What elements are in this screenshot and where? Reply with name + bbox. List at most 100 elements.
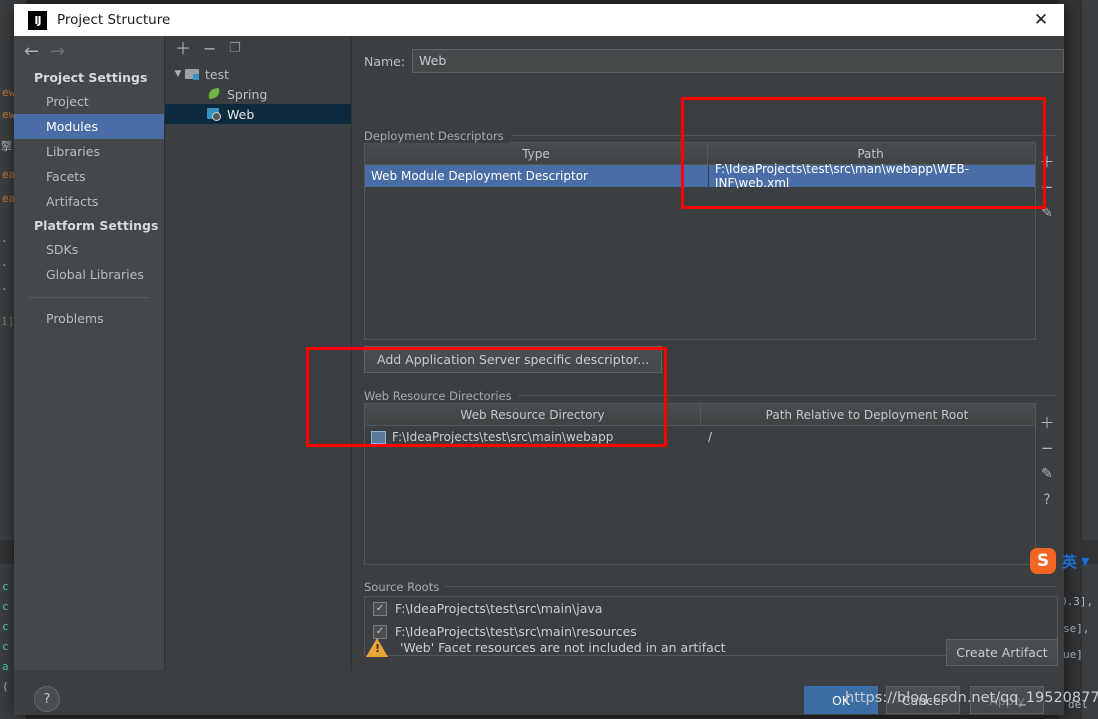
settings-sidebar: ← → Project Settings Project Modules Librar… [14,36,165,670]
code-fragment: 1] [1,315,15,328]
code-fragment: ( [2,680,9,693]
source-root-row[interactable]: ✓ F:\IdeaProjects\test\src\main\java [365,597,1057,620]
intellij-logo-text: IJ [34,13,41,27]
module-tree: ▼ test Spring Web [165,64,351,124]
intellij-logo-icon: IJ [28,10,47,30]
code-fragment: se], [1063,622,1090,635]
edit-icon[interactable]: ✎ [1036,200,1058,226]
source-root-label: F:\IdeaProjects\test\src\main\java [395,601,603,616]
checkbox[interactable]: ✓ [373,601,387,616]
remove-icon[interactable]: − [203,40,216,58]
sidebar-item-facets[interactable]: Facets [14,164,164,189]
sogou-ime-indicator[interactable]: S 英 ▼ [1030,548,1089,574]
sidebar-item-modules[interactable]: Modules [14,114,164,139]
code-fragment: 擎 [1,140,12,153]
source-root-label: F:\IdeaProjects\test\src\main\resources [395,624,637,639]
spring-leaf-icon [207,87,222,101]
web-resources-table-tools: ＋ − ✎? [1036,409,1058,513]
add-icon[interactable]: ＋ [175,40,191,58]
artifact-warning: 'Web' Facet resources are not included i… [366,638,726,657]
remove-icon[interactable]: − [1036,435,1058,461]
expand-twisty-icon[interactable]: ▼ [171,69,185,79]
checkbox[interactable]: ✓ [373,624,387,639]
cell-path-relative: / [708,430,713,444]
sogou-logo-icon: S [1030,548,1056,574]
folder-icon [371,430,386,444]
column-header-type[interactable]: Type [365,143,708,164]
back-arrow-icon[interactable]: ← [24,43,39,61]
table-row[interactable]: F:\IdeaProjects\test\src\main\webapp / [365,426,1035,448]
ide-right-toolwindow-bar [1082,0,1098,719]
module-tree-panel: ＋ − ❐ ▼ test Spring Web [165,36,352,670]
code-fragment: ue] [1063,648,1083,661]
tree-node-label: Spring [227,86,268,102]
web-resource-directories-title: Web Resource Directories [364,389,518,403]
edit-icon[interactable]: ✎ [1036,461,1058,487]
tree-node-label: test [205,66,230,82]
sidebar-item-libraries[interactable]: Libraries [14,139,164,164]
facet-settings-panel: Name: Web Deployment Descriptors Type Pa… [352,36,1064,670]
create-artifact-button[interactable]: Create Artifact [946,639,1058,666]
table-row[interactable]: Web Module Deployment Descriptor F:\Idea… [365,162,1035,190]
web-resources-group-divider [489,395,1056,396]
sidebar-navigation: ← → [14,36,164,66]
deployment-group-divider [512,135,1056,136]
code-fragment: c [2,620,9,633]
dialog-body: ← → Project Settings Project Modules Librar… [14,36,1064,682]
code-fragment: a [2,660,9,673]
close-icon[interactable]: ✕ [1018,4,1064,36]
sidebar-divider [28,297,150,298]
tree-node-test[interactable]: ▼ test [165,64,351,84]
copy-icon[interactable]: ❐ [229,40,241,58]
module-folder-icon [185,67,200,81]
tree-node-label: Web [227,106,255,122]
facet-name-row: Name: Web [364,48,1064,74]
facet-name-input[interactable]: Web [412,49,1064,73]
artifact-warning-text: 'Web' Facet resources are not included i… [400,640,726,655]
deployment-descriptors-title: Deployment Descriptors [364,129,510,143]
web-facet-icon [207,107,222,121]
column-header-path[interactable]: Path [708,143,1033,164]
warning-triangle-icon [366,638,388,657]
add-icon[interactable]: ＋ [1036,409,1058,435]
deployment-table-tools: ＋ − ✎ [1036,148,1058,226]
sidebar-item-artifacts[interactable]: Artifacts [14,189,164,214]
web-resources-table-header: Web Resource Directory Path Relative to … [365,404,1035,426]
facet-name-label: Name: [364,53,406,69]
module-tree-toolbar: ＋ − ❐ [165,36,351,64]
code-fragment: c [2,600,9,613]
cell-path: F:\IdeaProjects\test\src\man\webapp\WEB-… [715,162,970,190]
dialog-titlebar: IJ Project Structure ✕ [14,4,1064,36]
code-fragment: c [2,640,9,653]
sidebar-group-project-settings: Project Settings [34,70,148,85]
cell-web-resource-directory: F:\IdeaProjects\test\src\main\webapp [365,426,701,448]
sidebar-item-sdks[interactable]: SDKs [14,237,164,262]
source-roots-group-divider [434,586,1056,587]
dialog-title: Project Structure [57,12,171,28]
code-fragment: c [2,580,9,593]
deployment-descriptors-table[interactable]: Type Path Web Module Deployment Descript… [364,142,1036,340]
column-header-path-relative[interactable]: Path Relative to Deployment Root [701,404,1033,425]
sidebar-item-problems[interactable]: Problems [14,306,164,331]
forward-arrow-icon[interactable]: → [50,43,65,61]
watermark: https://blog.csdn.net/qq_19520877 [845,690,1098,706]
help-icon[interactable]: ? [1036,487,1058,513]
cell-web-resource-directory-text: F:\IdeaProjects\test\src\main\webapp [392,430,614,444]
tree-node-spring[interactable]: Spring [165,84,351,104]
add-icon[interactable]: ＋ [1036,148,1058,174]
sidebar-item-global-libraries[interactable]: Global Libraries [14,262,164,287]
add-app-server-descriptor-button[interactable]: Add Application Server specific descript… [364,346,663,373]
sidebar-item-list: Project Settings Project Modules Libraries F… [14,66,164,331]
ime-mode-label[interactable]: 英 [1062,551,1077,572]
cell-type: Web Module Deployment Descriptor [371,169,588,183]
help-icon[interactable]: ? [34,686,60,712]
code-fragment: 0.3], [1060,595,1094,608]
source-roots-title: Source Roots [364,580,446,594]
project-structure-dialog: IJ Project Structure ✕ ← → Project Setti… [14,4,1064,715]
web-resource-directories-table[interactable]: Web Resource Directory Path Relative to … [364,403,1036,565]
remove-icon[interactable]: − [1036,174,1058,200]
column-header-web-resource-directory[interactable]: Web Resource Directory [365,404,701,425]
chevron-down-icon[interactable]: ▼ [1081,555,1089,568]
sidebar-item-project[interactable]: Project [14,89,164,114]
tree-node-web[interactable]: Web [165,104,351,124]
